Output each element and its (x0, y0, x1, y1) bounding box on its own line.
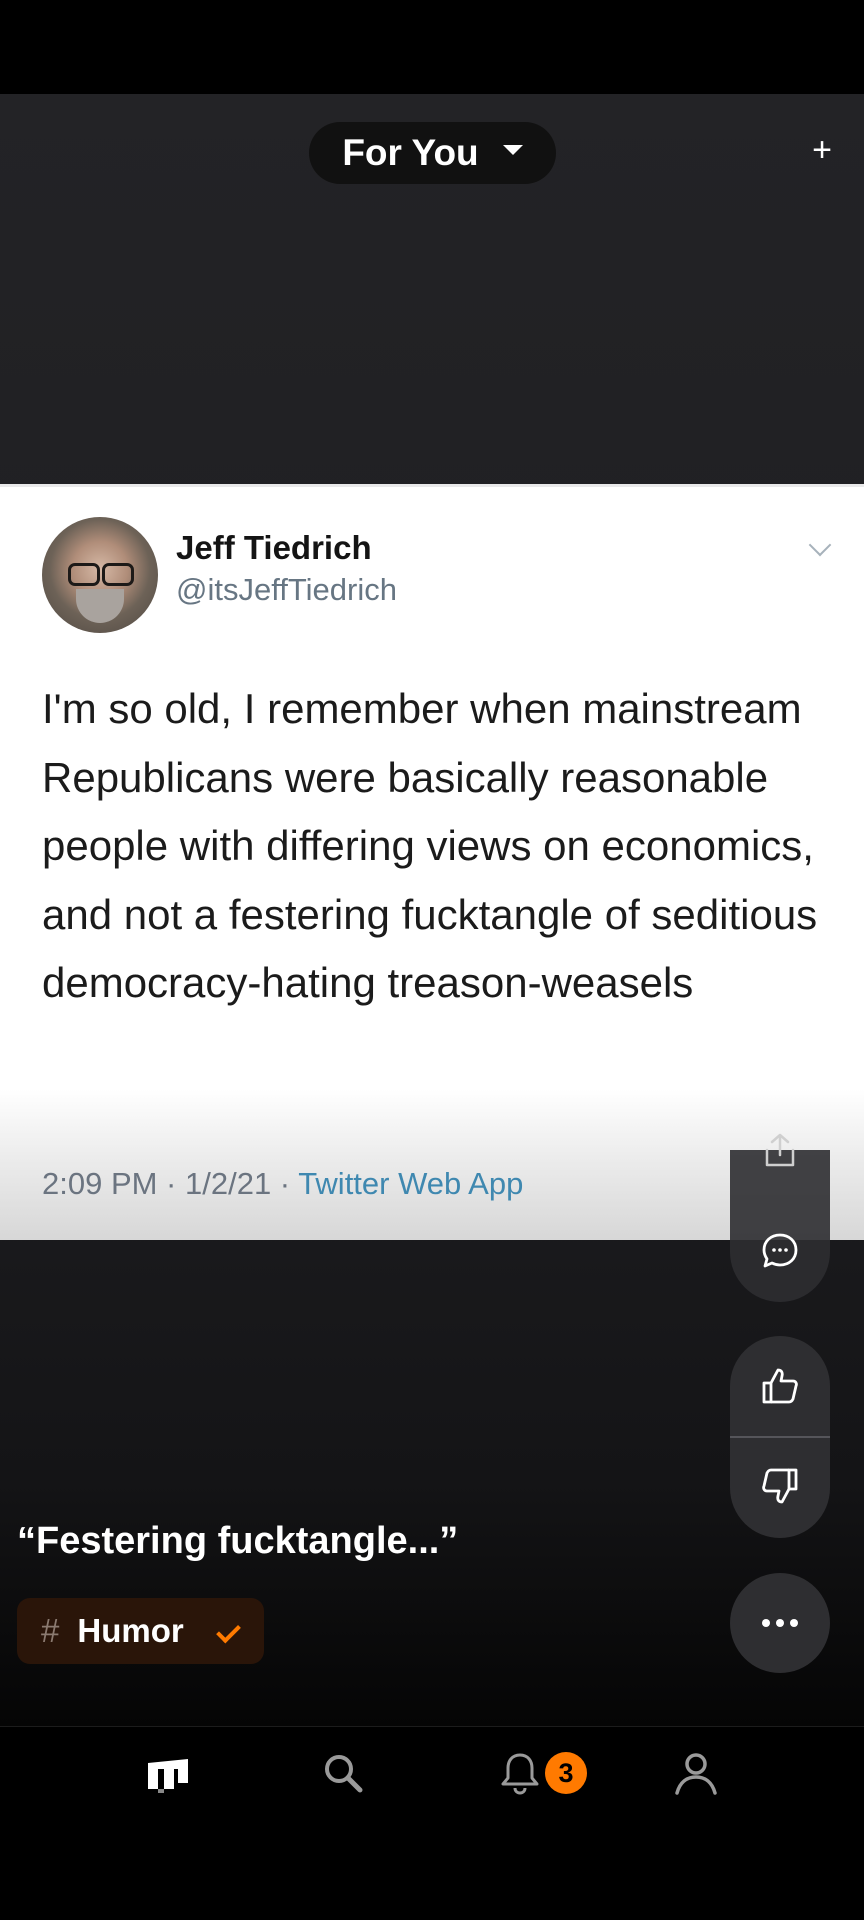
tag-label: Humor (77, 1612, 184, 1649)
more-dots (762, 1619, 798, 1627)
thumbs-up-icon (762, 1368, 798, 1404)
nav-profile[interactable] (646, 1727, 746, 1819)
check-icon (216, 1618, 241, 1644)
comment-icon (762, 1233, 798, 1268)
post-title[interactable]: “Festering fucktangle...” (17, 1520, 458, 1563)
tweet-source: Twitter Web App (298, 1166, 524, 1201)
tweet-timestamp: 2:09 PM · 1/2/21 · (42, 1166, 299, 1201)
tag-chip-humor[interactable]: # Humor (17, 1598, 264, 1664)
nav-home[interactable] (118, 1727, 218, 1819)
bell-icon (501, 1753, 539, 1795)
chevron-down-icon (808, 533, 832, 557)
bottom-nav (0, 1726, 864, 1819)
avatar (42, 517, 158, 633)
nav-search[interactable] (293, 1727, 393, 1819)
search-icon (325, 1755, 363, 1793)
vote-divider (730, 1436, 830, 1438)
avatar-beard (76, 589, 124, 623)
add-post-button[interactable]: + (805, 133, 839, 167)
avatar-glasses-right (102, 563, 134, 586)
home-logo-icon (148, 1759, 188, 1793)
profile-icon (675, 1753, 717, 1795)
avatar-glasses-left (68, 563, 100, 586)
share-icon (765, 1133, 795, 1167)
share-button[interactable] (730, 1128, 830, 1174)
thumbs-down-icon (762, 1468, 798, 1504)
feed-selector-label: For You (342, 132, 479, 173)
comment-button[interactable] (730, 1221, 830, 1281)
feed-selector[interactable]: For You (309, 122, 556, 184)
more-icon (730, 1593, 830, 1653)
system-nav-area (0, 1818, 864, 1920)
upvote-button[interactable] (730, 1356, 830, 1416)
tweet-meta: 2:09 PM · 1/2/21 · Twitter Web App (42, 1166, 523, 1202)
downvote-button[interactable] (730, 1456, 830, 1516)
hashtag-icon: # (41, 1612, 60, 1649)
status-bar (0, 0, 864, 94)
chevron-down-icon (502, 145, 523, 155)
tweet-author-name: Jeff Tiedrich (176, 529, 372, 566)
tweet-author-handle: @itsJeffTiedrich (176, 572, 397, 607)
tweet-text: I'm so old, I remember when mainstream R… (42, 685, 818, 1006)
notification-badge: 3 (545, 1752, 587, 1794)
post-image[interactable]: Jeff Tiedrich @itsJeffTiedrich I'm so ol… (0, 484, 864, 1240)
